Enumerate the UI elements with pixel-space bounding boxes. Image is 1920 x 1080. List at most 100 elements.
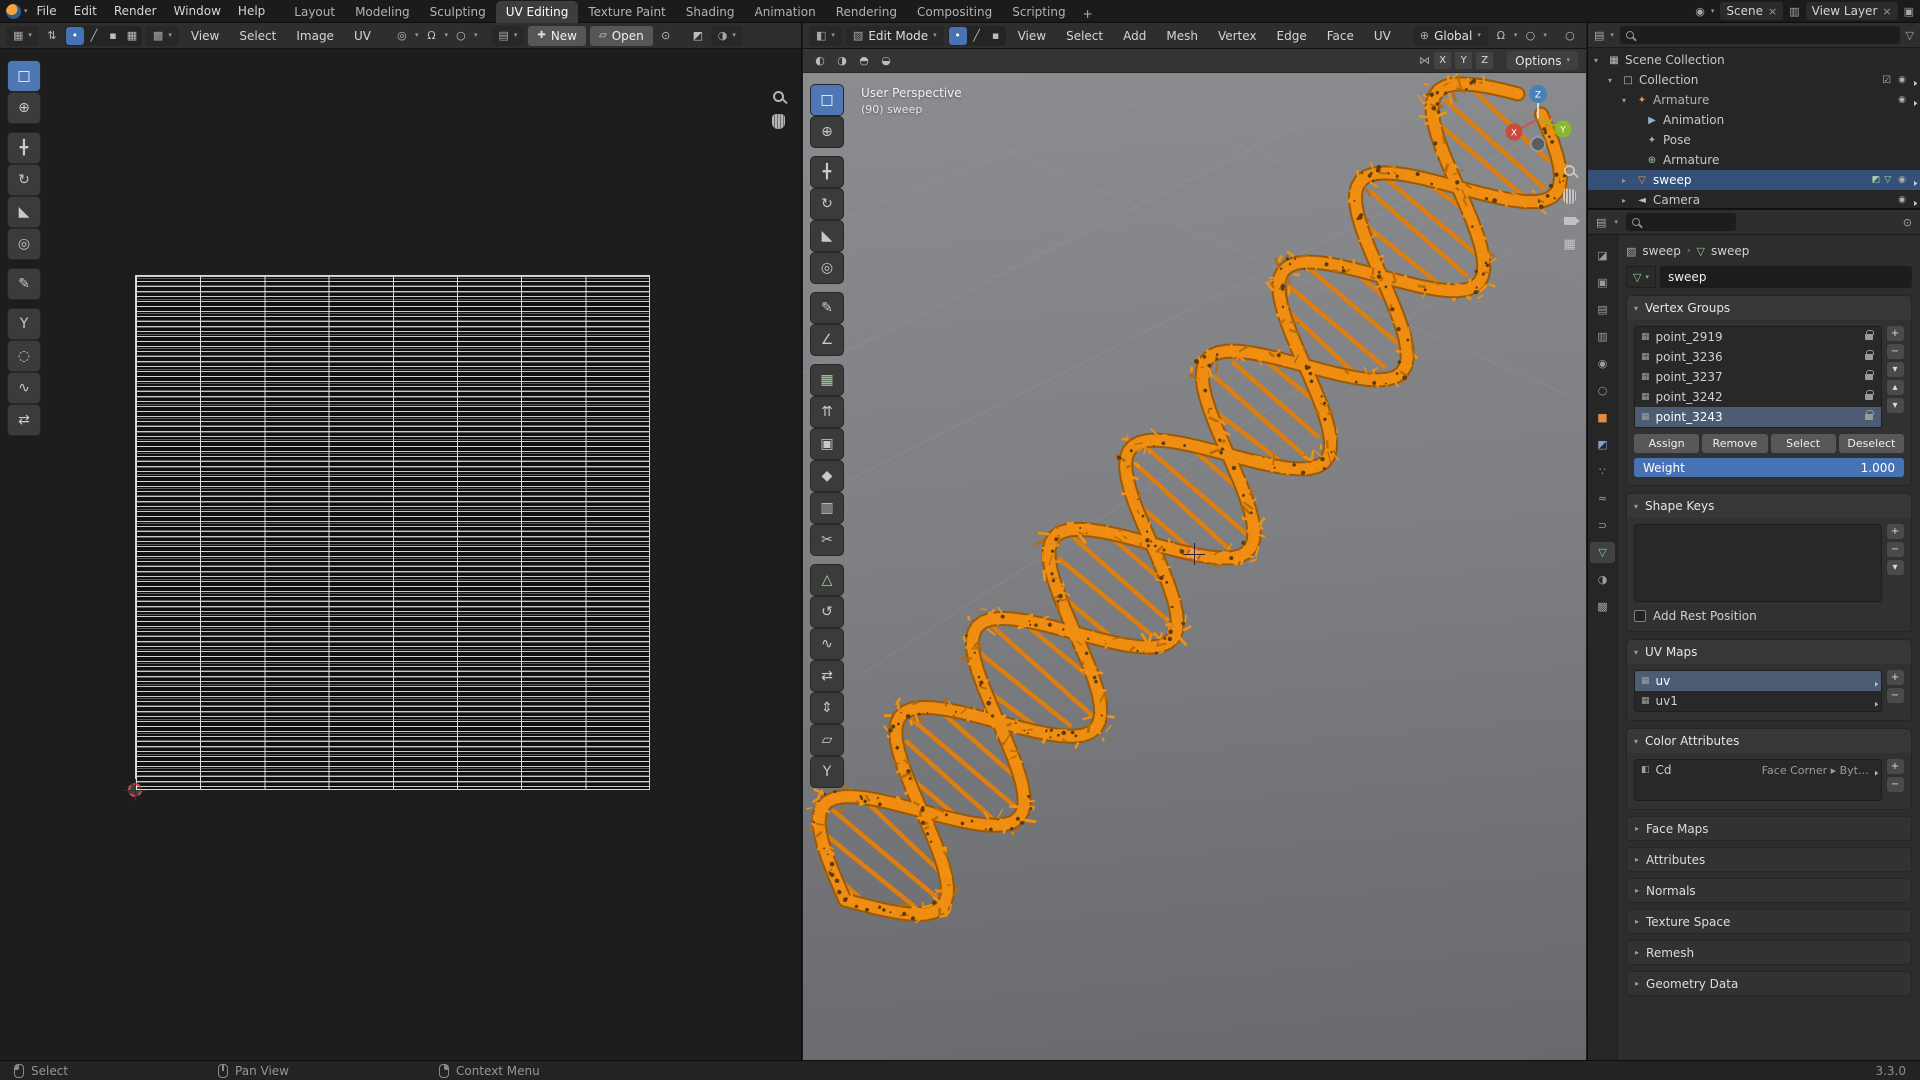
mirror-y-toggle[interactable]: Y — [1455, 52, 1473, 69]
tool-rotate[interactable]: ↻ — [8, 165, 40, 195]
hide-eye-icon[interactable]: ◉ — [1898, 195, 1906, 205]
uv-2d-cursor[interactable] — [124, 779, 146, 801]
shading-wireframe-icon[interactable]: ○ — [1561, 27, 1579, 45]
uv-map-item-active[interactable]: ▦ uv — [1635, 671, 1881, 691]
expand-arrow-icon[interactable]: ▾ — [1594, 56, 1606, 65]
breadcrumb-object[interactable]: sweep — [1642, 244, 1680, 258]
edge-select-icon[interactable]: ╱ — [968, 27, 986, 45]
pivot-point-icon[interactable]: ◎ — [393, 27, 411, 45]
scene-browse-icon[interactable]: ◉ — [1695, 6, 1705, 17]
vp-menu-add[interactable]: Add — [1115, 26, 1154, 46]
remove-shape-key-button[interactable]: − — [1886, 542, 1904, 557]
blender-logo-icon[interactable] — [6, 3, 21, 19]
add-shape-key-button[interactable]: + — [1886, 524, 1904, 539]
tool-add-cube[interactable]: ▦ — [811, 365, 843, 395]
shape-keys-list[interactable] — [1634, 524, 1882, 602]
chevron-down-icon[interactable]: ▾ — [1711, 7, 1715, 15]
vertex-group-item[interactable]: ▦ point_3237 — [1635, 367, 1881, 387]
tool-inset-faces[interactable]: ▣ — [811, 429, 843, 459]
tab-modeling[interactable]: Modeling — [345, 1, 420, 23]
vertex-group-item-active[interactable]: ▦ point_3243 — [1635, 407, 1881, 427]
vertex-select-icon[interactable]: • — [948, 26, 967, 45]
vertex-group-item[interactable]: ▦ point_3242 — [1635, 387, 1881, 407]
outliner-editor-icon[interactable]: ▤ — [1594, 30, 1604, 41]
uv-map-item[interactable]: ▦ uv1 — [1635, 691, 1881, 711]
tool-poly-build[interactable]: △ — [811, 565, 843, 595]
properties-tab-scene[interactable]: ◉ — [1590, 353, 1615, 374]
tool-annotate[interactable]: ✎ — [811, 293, 843, 323]
mirror-z-toggle[interactable]: Z — [1476, 52, 1494, 69]
vp-menu-select[interactable]: Select — [1058, 26, 1111, 46]
cursor-3d[interactable] — [1183, 543, 1205, 565]
properties-tab-constraints[interactable]: ⊃ — [1590, 515, 1615, 536]
remove-view-layer-icon[interactable]: × — [1882, 5, 1891, 18]
pan-hand-icon[interactable] — [1563, 189, 1576, 204]
tool-edge-slide[interactable]: ⇄ — [811, 661, 843, 691]
hide-eye-icon[interactable]: ◉ — [1898, 175, 1906, 185]
move-vertex-group-down-button[interactable]: ▾ — [1886, 398, 1904, 413]
menu-render[interactable]: Render — [106, 1, 165, 21]
tab-uv-editing[interactable]: UV Editing — [495, 0, 579, 23]
tool-option-icon-4[interactable]: ◒ — [877, 52, 895, 70]
options-button[interactable]: Options ▾ — [1507, 51, 1578, 70]
add-rest-position-checkbox[interactable] — [1634, 610, 1646, 622]
menu-window[interactable]: Window — [166, 1, 229, 21]
properties-tab-physics[interactable]: ≈ — [1590, 488, 1615, 509]
tool-annotate[interactable]: ✎ — [8, 269, 40, 299]
toggle-perspective-icon[interactable]: ▦ — [1563, 238, 1575, 251]
tab-compositing[interactable]: Compositing — [907, 1, 1002, 23]
uv-menu-select[interactable]: Select — [231, 26, 284, 46]
tool-rip-region[interactable]: Y — [811, 757, 843, 787]
uv-menu-image[interactable]: Image — [288, 26, 342, 46]
navigation-gizmo[interactable]: Z X Y — [1502, 81, 1574, 153]
select-button[interactable]: Select — [1770, 434, 1836, 453]
texture-space-panel-header[interactable]: ▸ Texture Space — [1626, 909, 1912, 934]
attributes-panel-header[interactable]: ▸ Attributes — [1626, 847, 1912, 872]
tool-scale[interactable]: ◣ — [811, 221, 843, 251]
axis-minus-z-ball[interactable] — [1530, 136, 1546, 152]
tool-move[interactable]: ╋ — [8, 133, 40, 163]
scene-selector[interactable]: Scene × — [1720, 2, 1784, 20]
tab-scripting[interactable]: Scripting — [1002, 1, 1075, 23]
add-workspace-button[interactable]: + — [1076, 5, 1100, 23]
add-vertex-group-button[interactable]: + — [1886, 326, 1904, 341]
open-image-button[interactable]: ▱ Open — [590, 25, 653, 46]
tool-option-icon-2[interactable]: ◑ — [833, 52, 851, 70]
pin-icon[interactable]: ⊙ — [1903, 217, 1912, 228]
uv-menu-view[interactable]: View — [183, 26, 227, 46]
viewport-canvas[interactable]: User Perspective (90) sweep □ ⊕ ╋ ↻ ◣ ◎ … — [803, 73, 1586, 1060]
editor-type-selector[interactable]: ◧ ▾ — [809, 25, 842, 46]
menu-edit[interactable]: Edit — [66, 1, 105, 21]
tool-grab[interactable]: ◌ — [8, 341, 40, 371]
mesh-data-selector[interactable]: ▽ ▾ — [1626, 266, 1656, 288]
tab-texture-paint[interactable]: Texture Paint — [578, 1, 675, 23]
vp-menu-view[interactable]: View — [1010, 26, 1054, 46]
lock-icon[interactable] — [1865, 390, 1874, 400]
remove-vertex-group-button[interactable]: − — [1886, 344, 1904, 359]
lock-icon[interactable] — [1865, 370, 1874, 380]
tool-relax[interactable]: ∿ — [8, 373, 40, 403]
uv-sync-select-icon[interactable]: ⇅ — [43, 27, 61, 45]
outliner-row-camera[interactable]: ▸ ◄ Camera ◉ — [1588, 190, 1920, 210]
tool-smooth[interactable]: ∿ — [811, 629, 843, 659]
filter-icon[interactable]: ▽ — [1906, 30, 1914, 41]
remove-button[interactable]: Remove — [1702, 434, 1768, 453]
vertex-group-specials-button[interactable]: ▾ — [1886, 362, 1904, 377]
snap-magnet-icon[interactable]: Ω — [1492, 27, 1510, 45]
display-channels-selector[interactable]: ◑ ▾ — [710, 25, 743, 46]
breadcrumb-data[interactable]: sweep — [1711, 244, 1749, 258]
uv-canvas[interactable]: □ ⊕ ╋ ↻ ◣ ◎ ✎ Y ◌ ∿ ⇄ — [0, 49, 801, 1060]
lock-icon[interactable] — [1865, 330, 1874, 340]
properties-tab-material[interactable]: ◑ — [1590, 569, 1615, 590]
hide-eye-icon[interactable]: ◉ — [1898, 75, 1906, 85]
tool-pinch[interactable]: ⇄ — [8, 405, 40, 435]
collection-checkbox-icon[interactable]: ☑ — [1882, 75, 1891, 86]
tool-cursor[interactable]: ⊕ — [811, 117, 843, 147]
tool-knife[interactable]: ✂ — [811, 525, 843, 555]
tab-rendering[interactable]: Rendering — [826, 1, 907, 23]
sticky-selection-selector[interactable]: ▩ ▾ — [145, 25, 179, 46]
remove-uv-map-button[interactable]: − — [1886, 688, 1904, 703]
tool-option-icon-3[interactable]: ◓ — [855, 52, 873, 70]
properties-tab-world[interactable]: ○ — [1590, 380, 1615, 401]
remesh-panel-header[interactable]: ▸ Remesh — [1626, 940, 1912, 965]
